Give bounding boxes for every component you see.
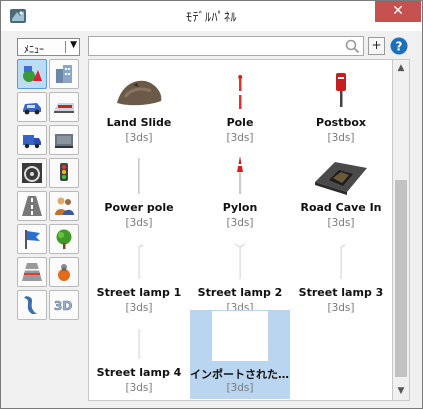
model-item[interactable]: Pole [3ds]: [190, 64, 290, 149]
model-item[interactable]: Power pole [3ds]: [89, 149, 189, 234]
model-format: [3ds]: [125, 302, 153, 314]
road-cave-in-icon: [315, 162, 367, 195]
model-format: [3ds]: [226, 132, 254, 144]
vertical-scrollbar[interactable]: ▲ ▼: [393, 59, 410, 401]
street-lamp-icon: [138, 244, 144, 279]
model-item[interactable]: Postbox [3ds]: [291, 64, 391, 149]
menu-dropdown-divider: [65, 41, 66, 53]
scrollbar-thumb[interactable]: [395, 180, 407, 377]
crosswalk-icon[interactable]: [17, 257, 47, 287]
train-icon[interactable]: [49, 92, 79, 122]
model-name: Power pole: [104, 201, 174, 214]
close-button[interactable]: ✕: [375, 1, 421, 22]
help-icon[interactable]: ?: [390, 37, 408, 55]
model-item[interactable]: Street lamp 3 [3ds]: [291, 234, 391, 319]
model-grid: Land Slide [3ds] Pole [3ds] Postbox [3ds…: [88, 59, 393, 401]
menu-dropdown[interactable]: ﾒﾆｭｰ ▼: [17, 38, 80, 56]
tree-icon[interactable]: [49, 224, 79, 254]
model-format: [3ds]: [327, 217, 355, 229]
add-button[interactable]: +: [368, 37, 385, 55]
model-panel-window: ﾓﾃﾞﾙﾊﾟﾈﾙ ✕ ﾒﾆｭｰ ▼ 3D + ? Land Slide [3ds…: [0, 0, 423, 409]
model-item[interactable]: Road Cave In [3ds]: [291, 149, 391, 234]
model-item[interactable]: Land Slide [3ds]: [89, 64, 189, 149]
pole-icon: [238, 75, 243, 109]
curve-shape-icon[interactable]: [17, 290, 47, 320]
model-name: Street lamp 4: [96, 366, 182, 379]
model-item[interactable]: Street lamp 4 [3ds]: [89, 314, 189, 399]
street-lamp-icon: [340, 244, 346, 279]
model-format: [3ds]: [125, 217, 153, 229]
truck-icon[interactable]: [17, 125, 47, 155]
model-name: Road Cave In: [300, 201, 382, 214]
model-item[interactable]: Street lamp 2 [3ds]: [190, 234, 290, 319]
people-icon[interactable]: [49, 191, 79, 221]
traffic-light-icon[interactable]: [49, 158, 79, 188]
3d-text-icon[interactable]: 3D: [49, 290, 79, 320]
model-name: インポートされたD...: [190, 368, 290, 381]
pylon-icon: [237, 156, 243, 194]
flag-icon[interactable]: [17, 224, 47, 254]
scroll-up-icon[interactable]: ▲: [393, 60, 409, 77]
container-icon[interactable]: [49, 125, 79, 155]
chevron-down-icon: ▼: [70, 40, 77, 50]
menu-dropdown-label: ﾒﾆｭｰ: [24, 45, 44, 56]
model-format: [3ds]: [226, 217, 254, 229]
model-name: Postbox: [316, 116, 366, 129]
model-format: [3ds]: [327, 302, 355, 314]
model-format: [3ds]: [327, 132, 355, 144]
model-name: Street lamp 3: [298, 286, 384, 299]
model-item[interactable]: Street lamp 1 [3ds]: [89, 234, 189, 319]
buildings-icon[interactable]: [49, 59, 79, 89]
shapes-icon[interactable]: [17, 59, 47, 89]
search-icon[interactable]: [345, 39, 360, 54]
model-name: Land Slide: [106, 116, 172, 129]
street-lamp-icon: [234, 243, 246, 279]
car-icon[interactable]: [17, 92, 47, 122]
power-pole-icon: [138, 158, 140, 194]
title-bar: ﾓﾃﾞﾙﾊﾟﾈﾙ ✕: [1, 1, 422, 31]
scroll-down-icon[interactable]: ▼: [393, 383, 409, 400]
road-icon[interactable]: [17, 191, 47, 221]
svg-text:?: ?: [396, 40, 403, 54]
model-format: [3ds]: [226, 382, 254, 394]
model-name: Pole: [226, 116, 254, 129]
model-format: [3ds]: [125, 132, 153, 144]
blank-thumbnail-icon: [212, 311, 268, 361]
model-item[interactable]: Pylon [3ds]: [190, 149, 290, 234]
model-name: Pylon: [222, 201, 258, 214]
model-name: Street lamp 1: [96, 286, 182, 299]
svg-text:3D: 3D: [54, 299, 72, 313]
model-name: Street lamp 2: [197, 286, 283, 299]
model-format: [3ds]: [125, 382, 153, 394]
search-box: [88, 36, 364, 56]
fire-hydrant-icon[interactable]: [49, 257, 79, 287]
steering-wheel-icon[interactable]: [17, 158, 47, 188]
postbox-icon: [336, 73, 346, 107]
window-title: ﾓﾃﾞﾙﾊﾟﾈﾙ: [185, 10, 237, 24]
landslide-icon: [117, 80, 162, 106]
model-item-selected[interactable]: インポートされたD... [3ds]: [190, 310, 290, 399]
search-input[interactable]: [92, 38, 342, 54]
street-lamp-icon: [138, 329, 140, 359]
